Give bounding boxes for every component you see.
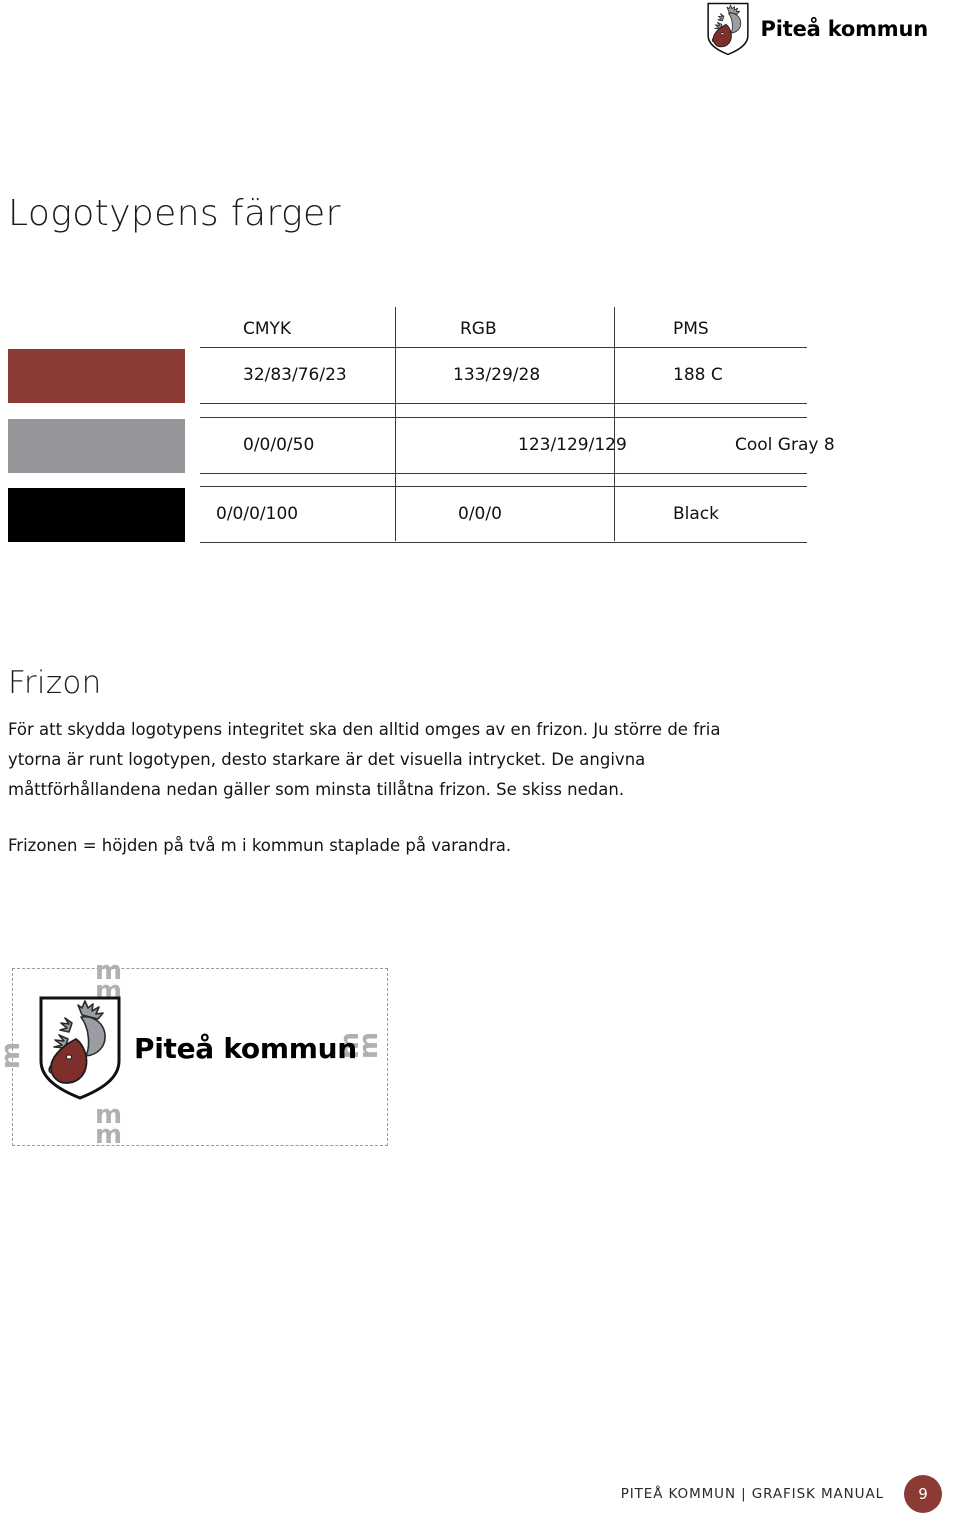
cell-rgb: 123/129/129: [518, 435, 627, 455]
page-number-badge: 9: [904, 1475, 942, 1513]
cell-cmyk: 32/83/76/23: [243, 365, 347, 385]
page-title: Logotypens färger: [8, 193, 341, 234]
frizon-clearspace-diagram: mm mm mm mm Piteå kommun: [0, 958, 388, 1150]
page-footer: PITEÅ KOMMUN | GRAFISK MANUAL 9: [0, 1466, 960, 1528]
table-rule: [200, 347, 807, 348]
cell-pms: 188 C: [673, 365, 723, 385]
column-header-cmyk: CMYK: [243, 319, 292, 339]
clearspace-marker-left: mm: [0, 1043, 26, 1069]
frizon-body: För att skydda logotypens integritet ska…: [8, 715, 728, 861]
cell-cmyk: 0/0/0/100: [216, 504, 299, 524]
gray-swatch: [8, 419, 185, 473]
clearspace-marker-bottom: mm: [95, 1100, 122, 1150]
cell-pms: Cool Gray 8: [735, 435, 835, 455]
frizon-heading: Frizon: [8, 665, 102, 701]
table-divider-cmyk-rgb: [395, 307, 396, 541]
footer-text: PITEÅ KOMMUN | GRAFISK MANUAL: [620, 1486, 884, 1502]
black-swatch: [8, 488, 185, 542]
diagram-logo: Piteå kommun: [38, 995, 357, 1101]
frizon-paragraph-1: För att skydda logotypens integritet ska…: [8, 720, 721, 799]
header-wordmark: Piteå kommun: [760, 17, 929, 41]
page-header: Piteå kommun: [0, 0, 960, 62]
table-rule: [200, 486, 807, 487]
pitea-coat-of-arms-shield-icon: [704, 2, 752, 56]
frizon-paragraph-2: Frizonen = höjden på två m i kommun stap…: [8, 836, 512, 855]
table-rule: [200, 473, 807, 474]
cell-rgb: 0/0/0: [458, 504, 502, 524]
table-rule: [200, 403, 807, 404]
column-header-pms: PMS: [673, 319, 709, 339]
table-rule: [200, 542, 807, 543]
color-table: CMYK RGB PMS 32/83/76/23 133/29/28 188 C…: [0, 305, 960, 550]
cell-rgb: 133/29/28: [453, 365, 541, 385]
pitea-coat-of-arms-shield-icon: [38, 995, 122, 1101]
header-logo: Piteå kommun: [704, 2, 928, 56]
column-header-rgb: RGB: [460, 319, 497, 339]
cell-pms: Black: [673, 504, 719, 524]
diagram-wordmark: Piteå kommun: [134, 1031, 357, 1065]
cell-cmyk: 0/0/0/50: [243, 435, 315, 455]
table-rule: [200, 417, 807, 418]
red-swatch: [8, 349, 185, 403]
table-divider-rgb-pms: [614, 307, 615, 541]
